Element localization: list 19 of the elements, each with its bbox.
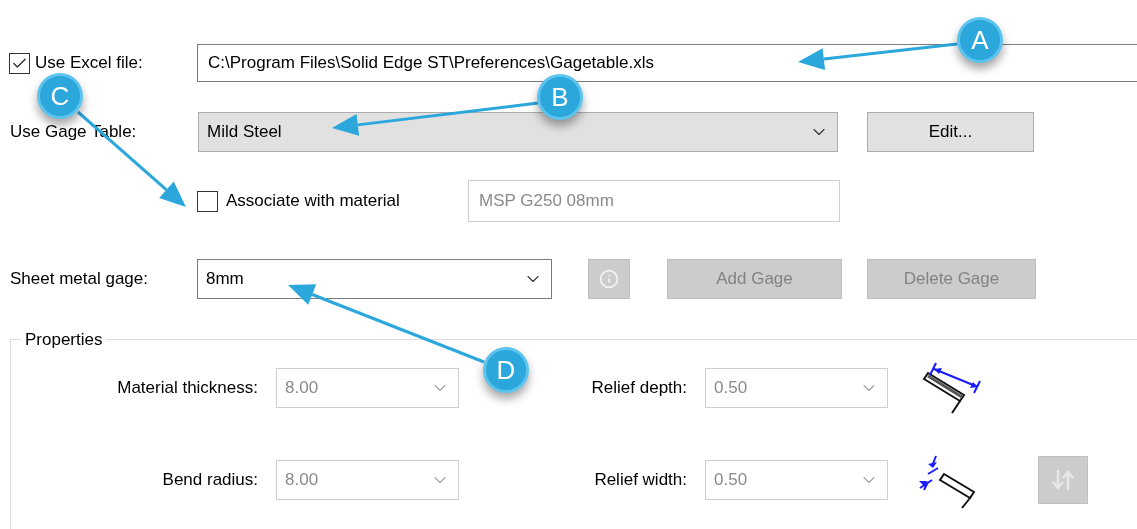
push-button[interactable]: Edit...: [867, 112, 1034, 152]
field-label: Material thickness:: [116, 377, 259, 400]
field-label: Relief width:: [593, 469, 688, 492]
field-label: Relief depth:: [590, 377, 688, 400]
checkbox[interactable]: [9, 52, 30, 74]
checkbox-label: Use Excel file:: [35, 52, 143, 75]
dropdown[interactable]: 8mm: [197, 259, 552, 299]
callout-marker: C: [37, 73, 83, 119]
checkbox[interactable]: [197, 190, 218, 212]
dropdown[interactable]: Mild Steel: [198, 112, 838, 152]
field-label: Bend radius:: [161, 469, 259, 492]
material-field[interactable]: MSP G250 08mm: [468, 180, 840, 222]
field-label: Sheet metal gage:: [9, 268, 149, 291]
callout-marker: D: [483, 347, 529, 393]
swap-arrows-icon: [1050, 467, 1076, 493]
checkbox-label: Associate with material: [226, 190, 401, 213]
callout-marker: B: [537, 74, 583, 120]
info-icon: [599, 269, 619, 289]
callout-marker: A: [957, 17, 1003, 63]
